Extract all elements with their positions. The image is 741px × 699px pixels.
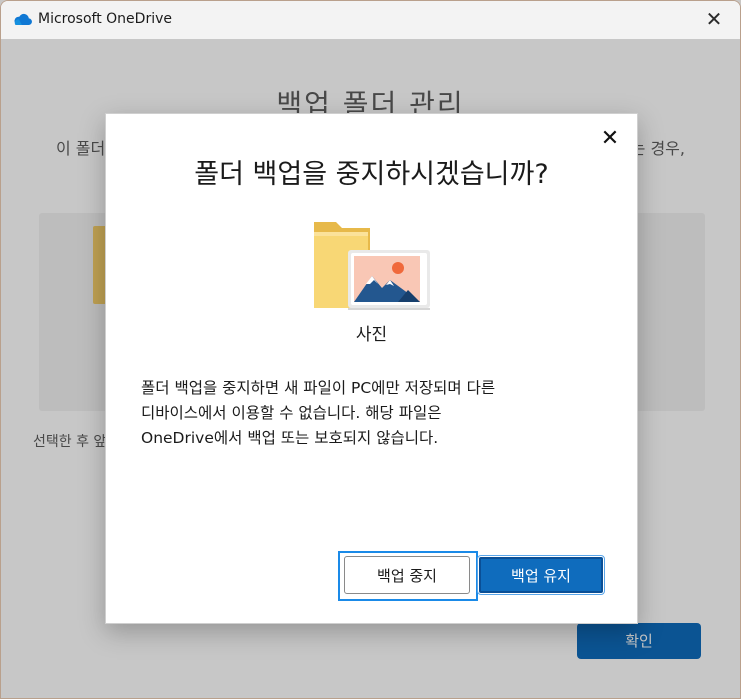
onedrive-window: Microsoft OneDrive ✕ 백업 폴더 관리 이 폴더 는 경우,…: [0, 0, 741, 699]
window-title: Microsoft OneDrive: [38, 11, 172, 27]
message-line: 디바이스에서 이용할 수 없습니다. 해당 파일은: [141, 404, 442, 422]
dialog-title: 폴더 백업을 중지하시겠습니까?: [194, 159, 549, 190]
message-line: OneDrive에서 백업 또는 보호되지 않습니다.: [141, 429, 439, 447]
window-close-button[interactable]: ✕: [702, 7, 726, 31]
pictures-folder-icon: [314, 222, 430, 310]
message-line: 폴더 백업을 중지하면 새 파일이 PC에만 저장되며 다른: [141, 379, 496, 397]
dialog-message: 폴더 백업을 중지하면 새 파일이 PC에만 저장되며 다른 디바이스에서 이용…: [141, 376, 591, 451]
dialog-close-button[interactable]: ✕: [599, 128, 621, 150]
stop-backup-button[interactable]: 백업 중지: [344, 556, 470, 594]
onedrive-cloud-icon: [14, 13, 32, 26]
keep-backup-button[interactable]: 백업 유지: [477, 555, 605, 595]
folder-name-label: 사진: [355, 325, 388, 345]
stop-backup-dialog: ✕ 폴더 백업을 중지하시겠습니까? 사진 폴더 백업을 중지하면 새 파일이 …: [105, 113, 638, 624]
title-bar: Microsoft OneDrive ✕: [1, 1, 740, 39]
